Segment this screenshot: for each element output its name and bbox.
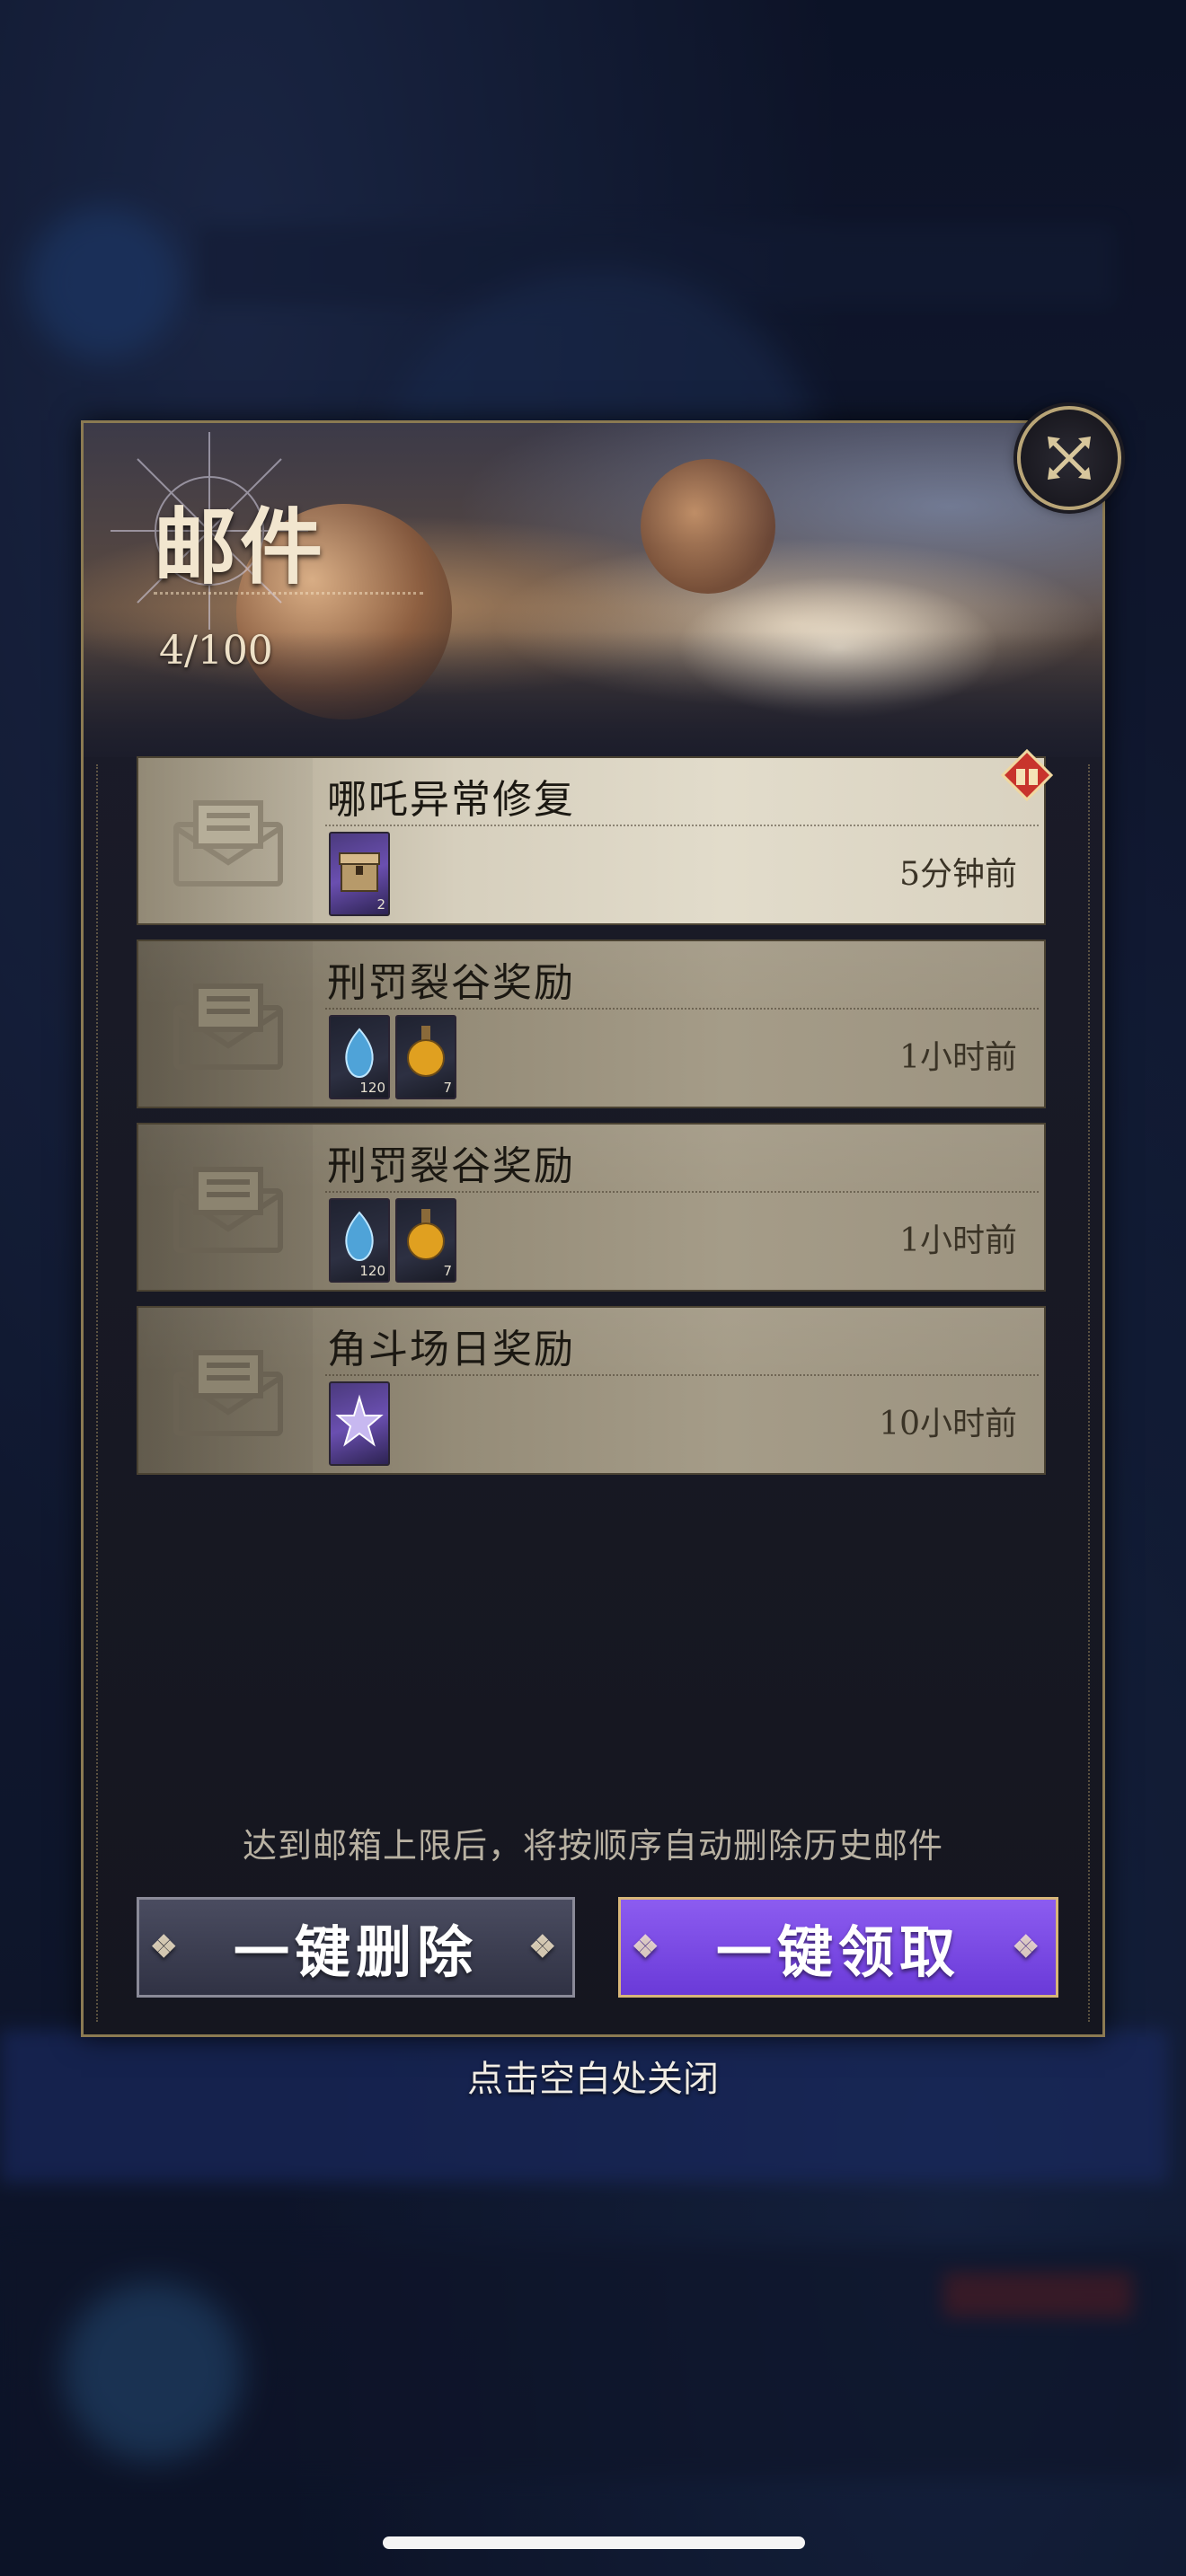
item-quantity: 2 bbox=[376, 896, 385, 913]
ornament-right-icon: ❖ bbox=[1012, 1929, 1045, 1965]
envelope-icon bbox=[173, 800, 283, 887]
mail-title-text: 角斗场日奖励 bbox=[327, 1327, 575, 1372]
ornament-left-icon: ❖ bbox=[150, 1929, 183, 1965]
mail-time: 1小时前 bbox=[899, 1039, 1017, 1076]
mail-time: 5分钟前 bbox=[899, 856, 1017, 893]
mail-title: 邮件 bbox=[154, 498, 327, 595]
close-hint[interactable]: 点击空白处关闭 bbox=[0, 2050, 1186, 2102]
item-quantity: 120 bbox=[359, 1263, 385, 1279]
mail-title-text: 刑罚裂谷奖励 bbox=[327, 1143, 575, 1189]
mail-time: 1小时前 bbox=[899, 1222, 1017, 1259]
mail-title-divider bbox=[325, 1008, 1039, 1010]
envelope-area bbox=[138, 1308, 313, 1473]
reward-item[interactable]: 120 bbox=[329, 1198, 390, 1283]
envelope-icon bbox=[173, 984, 283, 1070]
envelope-area bbox=[138, 758, 313, 923]
mail-title-divider bbox=[325, 1191, 1039, 1193]
title-divider bbox=[154, 592, 423, 595]
reward-item[interactable] bbox=[329, 1381, 390, 1466]
delete-all-label: 一键删除 bbox=[233, 1919, 478, 1985]
mail-count: 4/100 bbox=[159, 628, 273, 674]
item-quantity: 7 bbox=[443, 1080, 452, 1096]
envelope-area bbox=[138, 1125, 313, 1290]
mail-item[interactable]: 哪吒异常修复 2 5分钟前 bbox=[137, 749, 1053, 925]
envelope-icon bbox=[173, 1167, 283, 1253]
envelope-icon bbox=[173, 1350, 283, 1436]
mail-title-divider bbox=[325, 1374, 1039, 1376]
mail-item[interactable]: 角斗场日奖励 10小时前 bbox=[137, 1306, 1046, 1475]
mailbox-limit-notice: 达到邮箱上限后，将按顺序自动删除历史邮件 bbox=[242, 1826, 943, 1866]
item-quantity: 120 bbox=[359, 1080, 385, 1096]
mail-item[interactable]: 刑罚裂谷奖励 120 7 1小时前 bbox=[137, 1123, 1046, 1292]
close-button[interactable] bbox=[1017, 406, 1121, 510]
close-icon bbox=[1048, 437, 1091, 480]
ornament-left-icon: ❖ bbox=[632, 1929, 665, 1965]
item-quantity: 7 bbox=[443, 1263, 452, 1279]
banner-lamp-decoration bbox=[641, 459, 775, 594]
home-indicator[interactable] bbox=[383, 2536, 805, 2549]
reward-item[interactable]: 7 bbox=[395, 1198, 456, 1283]
mail-time: 10小时前 bbox=[879, 1406, 1017, 1442]
mail-banner: 邮件 4/100 bbox=[84, 423, 1102, 757]
reward-item[interactable]: 120 bbox=[329, 1015, 390, 1099]
envelope-area bbox=[138, 941, 313, 1107]
reward-item[interactable]: 2 bbox=[329, 832, 390, 916]
delete-all-button[interactable]: ❖ 一键删除 ❖ bbox=[137, 1897, 575, 1998]
claim-all-label: 一键领取 bbox=[715, 1919, 960, 1985]
claim-all-button[interactable]: ❖ 一键领取 ❖ bbox=[618, 1897, 1058, 1998]
reward-item[interactable]: 7 bbox=[395, 1015, 456, 1099]
mail-title-divider bbox=[325, 825, 1039, 826]
mail-title-text: 刑罚裂谷奖励 bbox=[327, 960, 575, 1006]
gift-icon bbox=[1001, 749, 1053, 801]
mail-title-text: 哪吒异常修复 bbox=[327, 777, 575, 823]
star-crystal-icon bbox=[335, 1394, 384, 1447]
ornament-right-icon: ❖ bbox=[528, 1929, 562, 1965]
mail-item[interactable]: 刑罚裂谷奖励 120 7 1小时前 bbox=[137, 940, 1046, 1108]
